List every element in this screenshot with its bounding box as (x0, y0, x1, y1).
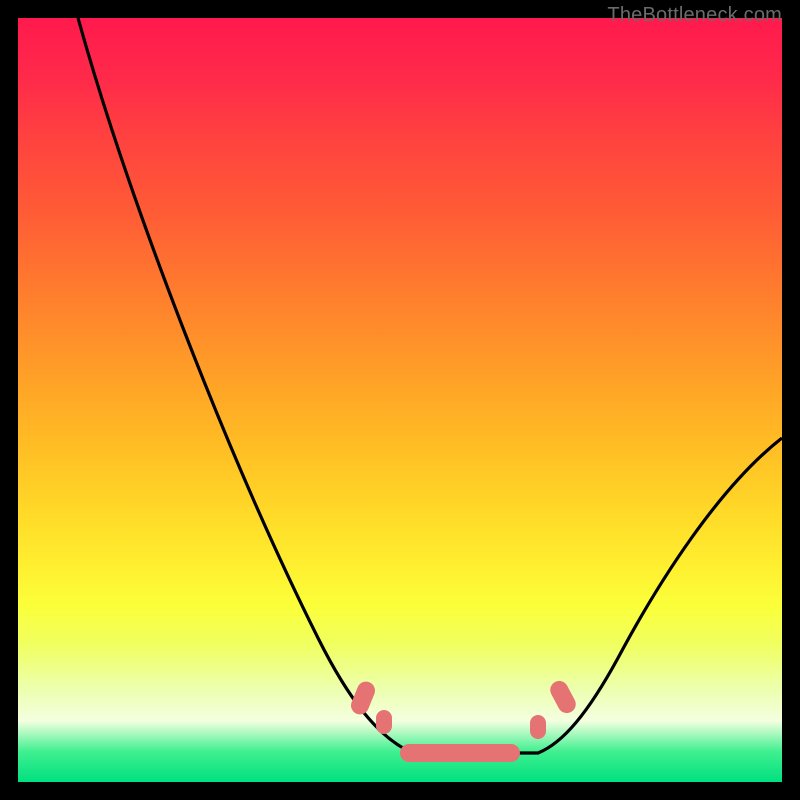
chart-frame: TheBottleneck.com (0, 0, 800, 800)
marker-point (530, 715, 546, 739)
watermark-text: TheBottleneck.com (607, 4, 782, 27)
marker-point (376, 710, 392, 734)
marker-flat-bottom (400, 744, 520, 762)
bottleneck-curve (18, 18, 782, 782)
